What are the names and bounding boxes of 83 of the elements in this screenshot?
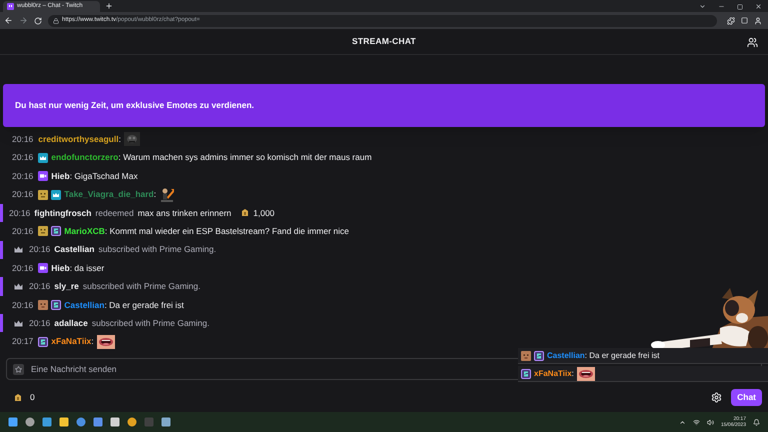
face-badge-icon	[38, 226, 48, 236]
username[interactable]: Hieb	[51, 170, 70, 183]
message-text: :	[154, 188, 156, 201]
forward-icon[interactable]	[19, 16, 28, 25]
tier-badge-icon	[38, 336, 48, 347]
message-text: : da isser	[70, 262, 104, 274]
camera-badge-icon	[38, 263, 48, 274]
message-text: : Warum machen sys admins immer so komisch mit der maus raum	[118, 151, 372, 164]
timestamp: 20:16	[12, 133, 34, 146]
star-icon	[15, 366, 22, 372]
timestamp: 20:16	[29, 280, 50, 293]
reload-icon[interactable]	[34, 16, 42, 24]
timestamp: 20:16	[29, 316, 50, 330]
timestamp: 20:16	[29, 243, 50, 256]
restore-icon[interactable]	[737, 4, 743, 10]
subscription-text: subscribed with Prime Gaming.	[98, 243, 216, 256]
banner-text: Du hast nur wenig Zeit, um exklusive Emotes zu verdienen.	[15, 99, 254, 112]
timestamp: 20:16	[12, 188, 34, 201]
username[interactable]: xFaNaTiix	[534, 368, 572, 380]
timestamp: 20:16	[9, 206, 30, 220]
redeem-text: redeemed	[95, 206, 134, 220]
crown-badge-icon	[38, 152, 48, 163]
new-tab-icon[interactable]	[105, 2, 113, 10]
timestamp: 20:16	[12, 151, 34, 164]
message-text: : GigaTschad Max	[70, 170, 138, 183]
reward-cost: 1,000	[253, 206, 275, 220]
message-text: :	[91, 335, 94, 348]
notification-icon[interactable]	[753, 418, 760, 426]
emote-picker-button[interactable]	[13, 364, 24, 374]
volume-icon[interactable]	[706, 418, 714, 426]
timestamp: 20:16	[12, 298, 34, 312]
profile-icon[interactable]	[754, 16, 762, 24]
username[interactable]: Hieb	[51, 262, 70, 274]
reward-title: max ans trinken erinnern	[138, 206, 232, 220]
username[interactable]: MarioXCB	[64, 224, 105, 238]
username[interactable]: xFaNaTiix	[51, 335, 92, 348]
username[interactable]: Take_Viagra_die_hard	[64, 188, 154, 201]
message-text: : Kommt mal wieder ein ESP Bastelstream? Fand die immer nice	[104, 224, 349, 238]
username[interactable]: sly_re	[54, 280, 79, 293]
username[interactable]: fightingfrosch	[34, 206, 92, 220]
minimize-icon[interactable]	[718, 3, 725, 10]
timestamp: 20:16	[12, 262, 34, 274]
wifi-icon[interactable]	[692, 418, 700, 426]
username[interactable]: Castellian	[64, 298, 104, 312]
close-icon[interactable]	[755, 3, 762, 10]
face-badge-icon	[521, 350, 531, 360]
tier-badge-icon	[521, 368, 531, 378]
points-count[interactable]: 0	[30, 390, 35, 404]
tier-badge-icon	[534, 350, 544, 360]
username[interactable]: adallace	[54, 316, 88, 330]
subscription-text: subscribed with Prime Gaming.	[92, 316, 210, 330]
lock-icon	[53, 18, 59, 24]
twitch-logo-icon	[7, 3, 14, 10]
crown-icon	[14, 320, 23, 327]
crown-icon	[14, 283, 23, 290]
tab-search-icon[interactable]	[699, 3, 706, 10]
tier-badge-icon	[51, 226, 62, 236]
username[interactable]: Castellian	[54, 243, 94, 256]
back-icon[interactable]	[4, 16, 13, 25]
chat-title: STREAM-CHAT	[352, 35, 416, 48]
face-badge-icon	[38, 190, 48, 200]
message-text: :	[572, 368, 574, 380]
timestamp: 20:16	[12, 224, 34, 238]
community-icon[interactable]	[747, 37, 758, 48]
channel-points-icon	[241, 208, 250, 218]
timestamp: 20:16	[12, 170, 34, 183]
message-text: :	[118, 133, 121, 146]
tier-badge-icon	[51, 300, 62, 310]
channel-points-icon	[14, 392, 22, 402]
tray-expand-icon[interactable]	[678, 418, 686, 426]
username[interactable]: endofunctorzero	[51, 151, 118, 164]
message-text: : Da er gerade frei ist	[104, 298, 184, 312]
camera-badge-icon	[38, 171, 48, 182]
subscription-text: subscribed with Prime Gaming.	[82, 280, 201, 293]
crown-icon	[14, 246, 23, 254]
chat-send-button[interactable]: Chat	[731, 388, 762, 406]
settings-icon[interactable]	[711, 392, 722, 402]
crown-badge-icon	[51, 190, 62, 200]
extensions-icon[interactable]	[727, 16, 735, 24]
timestamp: 20:17	[12, 335, 34, 348]
face-badge-icon	[38, 300, 48, 310]
sidebar-icon[interactable]	[741, 17, 748, 24]
username[interactable]: creditworthyseagull	[38, 133, 119, 146]
